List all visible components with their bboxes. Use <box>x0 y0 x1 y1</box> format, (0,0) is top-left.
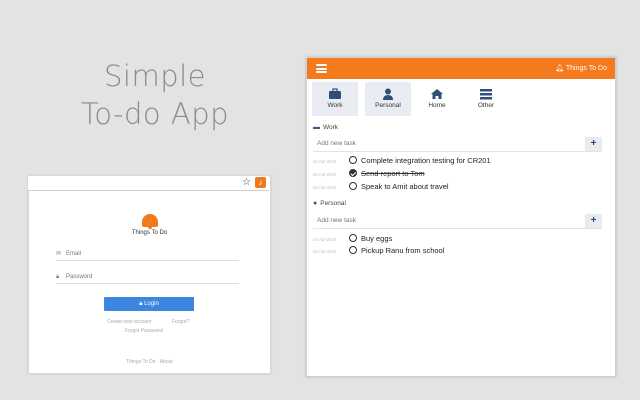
login-brand: Things To Do <box>131 230 168 236</box>
tab-other-label: Other <box>477 102 495 109</box>
work-add-task-row: + <box>313 137 602 152</box>
lock-icon: 🔒︎ <box>139 301 143 307</box>
tab-home-label: Home <box>428 102 446 109</box>
task-item[interactable]: 04-Apr-2019 Send report to Tom <box>313 168 425 179</box>
person-icon: ● <box>313 200 318 207</box>
bell-logo-icon <box>142 214 158 229</box>
address-bar[interactable]: ☆ ♪ <box>28 176 269 191</box>
tab-work-label: Work <box>327 102 343 109</box>
login-panel: Things To Do ✉ Email 🔒︎ Password 🔒︎ Login … <box>28 176 271 374</box>
task-text: Speak to Amit about travel <box>361 182 449 191</box>
hero-title: Simple To-do App <box>40 57 270 133</box>
personal-add-task-input[interactable] <box>317 214 577 228</box>
task-text: Buy eggs <box>361 234 393 243</box>
task-item[interactable]: 04-Apr-2019 Pickup Ranu from school <box>313 245 444 256</box>
list-icon <box>480 89 492 100</box>
section-work-header: ▬ Work <box>313 124 338 131</box>
personal-add-task-row: + <box>313 214 602 229</box>
extension-bell-icon[interactable]: ♪ <box>255 177 266 188</box>
task-date: 04-Apr-2019 <box>313 159 336 164</box>
task-checkbox-checked[interactable] <box>349 169 357 178</box>
email-label: Email <box>66 251 82 257</box>
login-footer: Things To Do · About <box>126 359 173 365</box>
section-personal-header: ● Personal <box>313 200 346 207</box>
hero-line-1: Simple <box>103 59 207 93</box>
task-date: 04-Apr-2019 <box>313 185 336 190</box>
hamburger-menu-icon[interactable] <box>316 64 327 73</box>
task-checkbox[interactable] <box>349 246 357 255</box>
create-account-link[interactable]: Create new account <box>107 319 151 325</box>
app-brand-label: Things To Do <box>565 65 607 72</box>
tab-personal[interactable]: Personal <box>365 82 411 116</box>
tab-work[interactable]: Work <box>312 82 358 116</box>
password-label: Password <box>66 274 93 280</box>
lock-icon: 🔒︎ <box>56 274 60 280</box>
briefcase-icon <box>329 88 341 99</box>
work-add-task-button[interactable]: + <box>585 137 602 151</box>
task-checkbox[interactable] <box>349 156 357 165</box>
app-brand: 🔔︎ Things To Do <box>555 58 607 79</box>
forgot-password-link[interactable]: Forgot Password <box>125 328 163 334</box>
home-icon <box>431 89 443 99</box>
task-text: Send report to Tom <box>361 169 425 178</box>
login-button-label: Login <box>144 301 159 307</box>
section-personal-title: Personal <box>320 200 346 207</box>
section-work-title: Work <box>323 124 339 131</box>
tab-other[interactable]: Other <box>463 82 509 116</box>
task-item[interactable]: 04-Apr-2019 Complete integration testing … <box>313 155 491 166</box>
email-field[interactable]: ✉ Email <box>56 248 239 261</box>
task-date: 04-Apr-2019 <box>313 249 336 254</box>
work-add-task-input[interactable] <box>317 137 577 151</box>
envelope-icon: ✉ <box>56 251 62 257</box>
task-item[interactable]: 04-Apr-2019 Speak to Amit about travel <box>313 181 449 192</box>
top-bar: 🔔︎ Things To Do <box>307 58 615 79</box>
briefcase-icon: ▬ <box>313 124 320 131</box>
hero-line-2: To-do App <box>80 97 230 131</box>
task-item[interactable]: 04-Apr-2019 Buy eggs <box>313 233 392 244</box>
tab-home[interactable]: Home <box>414 82 460 116</box>
task-text: Complete integration testing for CR201 <box>361 156 491 165</box>
task-date: 04-Apr-2019 <box>313 237 336 242</box>
personal-add-task-button[interactable]: + <box>585 214 602 228</box>
task-checkbox[interactable] <box>349 182 357 191</box>
password-field[interactable]: 🔒︎ Password <box>56 271 239 284</box>
task-date: 04-Apr-2019 <box>313 172 336 177</box>
task-text: Pickup Ranu from school <box>361 246 445 255</box>
bell-icon: 🔔︎ <box>555 65 565 72</box>
todo-app-panel: 🔔︎ Things To Do Work Personal Home Other… <box>306 57 616 377</box>
star-icon[interactable]: ☆ <box>242 176 251 190</box>
task-checkbox[interactable] <box>349 234 357 243</box>
login-button[interactable]: 🔒︎ Login <box>104 297 194 311</box>
tab-personal-label: Personal <box>375 102 401 109</box>
person-icon <box>383 88 393 100</box>
forgot-link[interactable]: Forgot? <box>172 319 189 325</box>
